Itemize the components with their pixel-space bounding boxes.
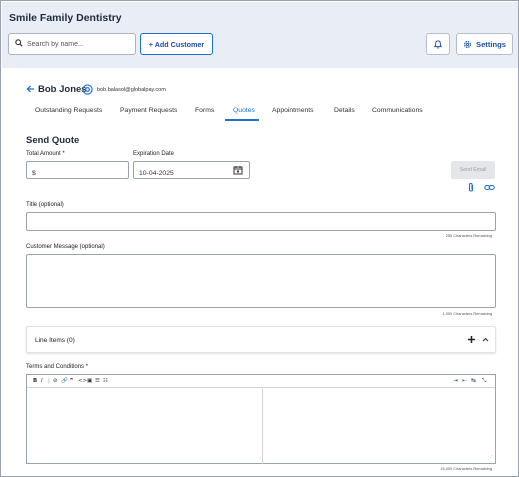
app-title: Smile Family Dentistry bbox=[9, 12, 122, 24]
total-amount-input[interactable] bbox=[27, 165, 128, 182]
clear-format-button[interactable]: ⊘ bbox=[53, 378, 58, 385]
active-tab-indicator bbox=[225, 119, 259, 121]
fullscreen-button[interactable]: ⤡ bbox=[482, 378, 486, 385]
line-items-panel[interactable]: Line Items (0) bbox=[26, 326, 496, 353]
paperclip-icon[interactable] bbox=[467, 182, 475, 193]
expiration-date-label: Expiration Date bbox=[133, 151, 175, 157]
line-items-label: Line Items (0) bbox=[35, 337, 75, 344]
code-button[interactable]: <> bbox=[78, 378, 87, 385]
terms-editor[interactable]: B I | ⊘ 🔗 ❞ <> ▣ ☰ ☷ ⇥ ⇤ ↹ ⤡ ⋰ bbox=[26, 374, 496, 464]
at-icon bbox=[82, 84, 93, 95]
header-bar: Smile Family Dentistry + Add Customer Se… bbox=[2, 2, 518, 68]
indent-button[interactable]: ⇥ bbox=[453, 378, 458, 385]
editor-toolbar: B I | ⊘ 🔗 ❞ <> ▣ ☰ ☷ ⇥ ⇤ ↹ ⤡ bbox=[27, 375, 495, 388]
add-customer-button[interactable]: + Add Customer bbox=[140, 33, 213, 55]
outdent-button[interactable]: ⇤ bbox=[462, 378, 467, 385]
arrow-left-icon[interactable] bbox=[26, 85, 35, 93]
tab-appointments[interactable]: Appointments bbox=[272, 107, 314, 114]
bold-button[interactable]: B bbox=[33, 378, 37, 385]
tab-payment-requests[interactable]: Payment Requests bbox=[120, 107, 177, 114]
link-icon[interactable] bbox=[484, 184, 495, 191]
plus-icon[interactable] bbox=[467, 335, 476, 344]
message-field[interactable] bbox=[26, 254, 496, 308]
message-textarea[interactable] bbox=[27, 255, 495, 307]
gear-icon bbox=[464, 40, 472, 48]
calendar-icon[interactable] bbox=[233, 165, 243, 175]
link-button[interactable]: 🔗 bbox=[61, 378, 68, 385]
toolbar-separator: | bbox=[48, 378, 50, 384]
customer-email: bob.balasol@globalpay.com bbox=[97, 87, 166, 93]
settings-label: Settings bbox=[476, 39, 506, 49]
image-button[interactable]: ▣ bbox=[87, 378, 92, 385]
resize-handle[interactable]: ⋰ bbox=[488, 455, 493, 461]
title-remaining: 255 Characters Remaining bbox=[445, 233, 492, 238]
total-amount-field[interactable] bbox=[26, 161, 129, 182]
message-remaining: 1,000 Characters Remaining bbox=[442, 311, 492, 316]
terms-remaining: 15,000 Characters Remaining bbox=[440, 466, 492, 471]
terms-label: Terms and Conditions * bbox=[26, 364, 89, 370]
tab-forms[interactable]: Forms bbox=[195, 107, 214, 114]
expiration-date-input[interactable] bbox=[134, 165, 249, 182]
numbered-list-button[interactable]: ☷ bbox=[103, 378, 108, 385]
editor-pane-divider bbox=[262, 389, 263, 464]
title-field[interactable] bbox=[26, 212, 496, 233]
notifications-button[interactable] bbox=[426, 33, 450, 55]
tab-quotes[interactable]: Quotes bbox=[233, 107, 255, 114]
expiration-date-field[interactable] bbox=[133, 161, 250, 182]
bullet-list-button[interactable]: ☰ bbox=[95, 378, 100, 385]
section-title: Send Quote bbox=[26, 135, 80, 146]
search-input[interactable] bbox=[27, 37, 131, 52]
chevron-up-icon[interactable] bbox=[482, 337, 489, 342]
total-amount-label: Total Amount * bbox=[26, 151, 65, 157]
search-box[interactable] bbox=[8, 33, 136, 55]
bell-icon bbox=[434, 39, 442, 48]
app-window: Smile Family Dentistry + Add Customer Se… bbox=[0, 0, 519, 477]
settings-button[interactable]: Settings bbox=[456, 33, 513, 55]
quote-button[interactable]: ❞ bbox=[70, 378, 73, 385]
tab-button[interactable]: ↹ bbox=[471, 378, 476, 385]
customer-name: Bob Jones bbox=[38, 84, 87, 95]
title-input[interactable] bbox=[27, 216, 495, 233]
tab-communications[interactable]: Communications bbox=[372, 107, 423, 114]
tab-outstanding-requests[interactable]: Outstanding Requests bbox=[35, 107, 102, 114]
send-email-button[interactable]: Send Email bbox=[451, 161, 495, 179]
tab-details[interactable]: Details bbox=[334, 107, 355, 114]
search-icon bbox=[15, 39, 23, 47]
tab-bar: Outstanding Requests Payment Requests Fo… bbox=[1, 103, 518, 123]
italic-button[interactable]: I bbox=[41, 378, 43, 385]
title-label: Title (optional) bbox=[26, 202, 64, 208]
message-label: Customer Message (optional) bbox=[26, 244, 105, 250]
